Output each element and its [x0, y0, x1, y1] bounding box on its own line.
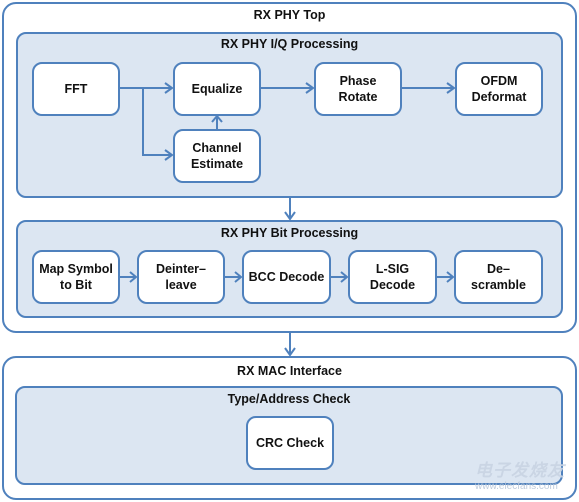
watermark-site: www.elecfans.com: [475, 481, 558, 492]
crc-check-block[interactable]: CRC Check: [246, 416, 334, 470]
fft-block[interactable]: FFT: [32, 62, 120, 116]
channel-estimate-block[interactable]: Channel Estimate: [173, 129, 261, 183]
watermark: 电子发烧友 www.elecfans.com: [475, 456, 565, 492]
arrow-fft-to-channel-estimate: [142, 88, 172, 156]
watermark-brand: 电子发烧友: [475, 461, 565, 480]
descramble-block[interactable]: De– scramble: [454, 250, 543, 304]
map-symbol-to-bit-block[interactable]: Map Symbol to Bit: [32, 250, 120, 304]
lsig-decode-block[interactable]: L-SIG Decode: [348, 250, 437, 304]
bcc-decode-block[interactable]: BCC Decode: [242, 250, 331, 304]
phase-rotate-block[interactable]: Phase Rotate: [314, 62, 402, 116]
equalize-block[interactable]: Equalize: [173, 62, 261, 116]
deinterleave-block[interactable]: Deinter– leave: [137, 250, 225, 304]
ofdm-deformat-block[interactable]: OFDM Deformat: [455, 62, 543, 116]
